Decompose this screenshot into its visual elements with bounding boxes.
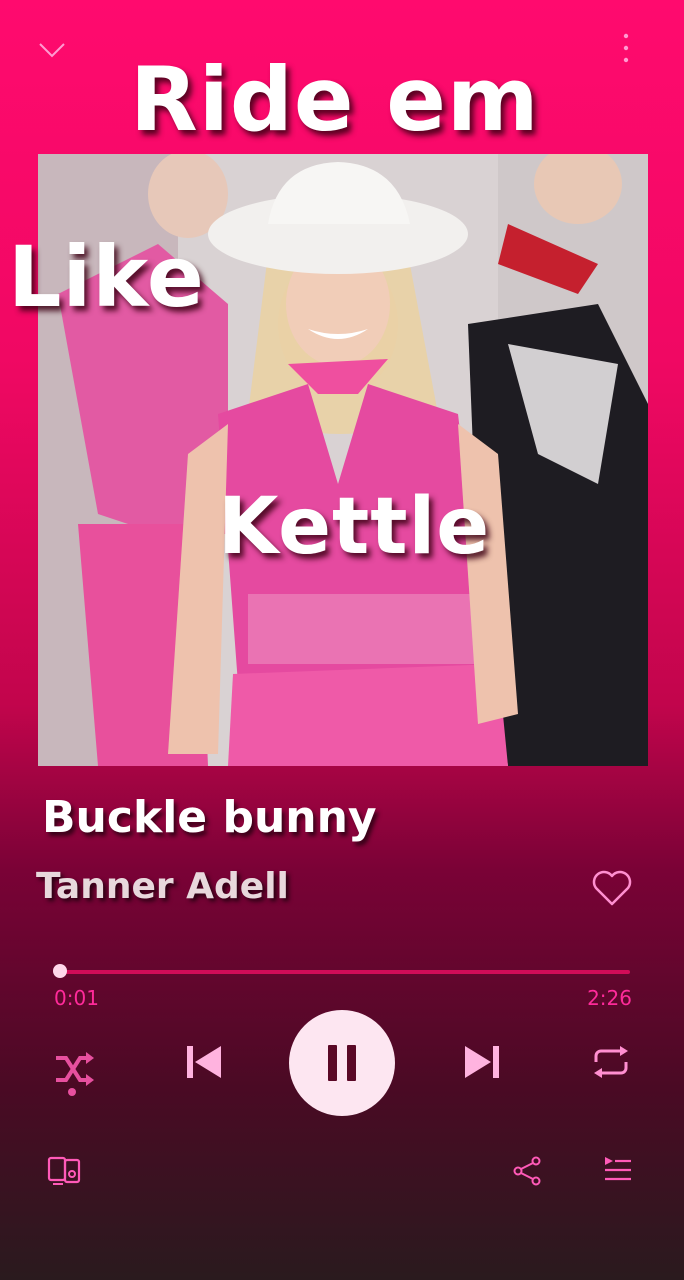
skip-previous-icon[interactable] — [180, 1040, 226, 1084]
progress-handle[interactable] — [53, 964, 68, 978]
overlay-text-line3: Kettle — [218, 482, 491, 572]
heart-icon[interactable] — [590, 868, 634, 908]
total-time: 2:26 — [587, 986, 632, 1010]
pause-button[interactable] — [289, 1010, 395, 1116]
repeat-icon[interactable] — [588, 1042, 634, 1082]
song-title: Buckle bunny — [42, 792, 377, 843]
progress-bar[interactable] — [53, 964, 630, 978]
skip-next-icon[interactable] — [460, 1040, 506, 1084]
queue-icon[interactable] — [600, 1154, 634, 1186]
elapsed-time: 0:01 — [54, 986, 99, 1010]
more-vertical-icon[interactable] — [606, 30, 646, 70]
overlay-text-line2: Like — [8, 228, 205, 326]
chevron-down-icon[interactable] — [32, 30, 72, 70]
shuffle-icon[interactable] — [50, 1044, 96, 1100]
share-icon[interactable] — [510, 1154, 544, 1188]
artist-name[interactable]: Tanner Adell — [36, 866, 289, 907]
devices-icon[interactable] — [46, 1152, 84, 1188]
overlay-text-line1: Ride em — [130, 48, 540, 151]
pause-icon — [328, 1045, 356, 1081]
